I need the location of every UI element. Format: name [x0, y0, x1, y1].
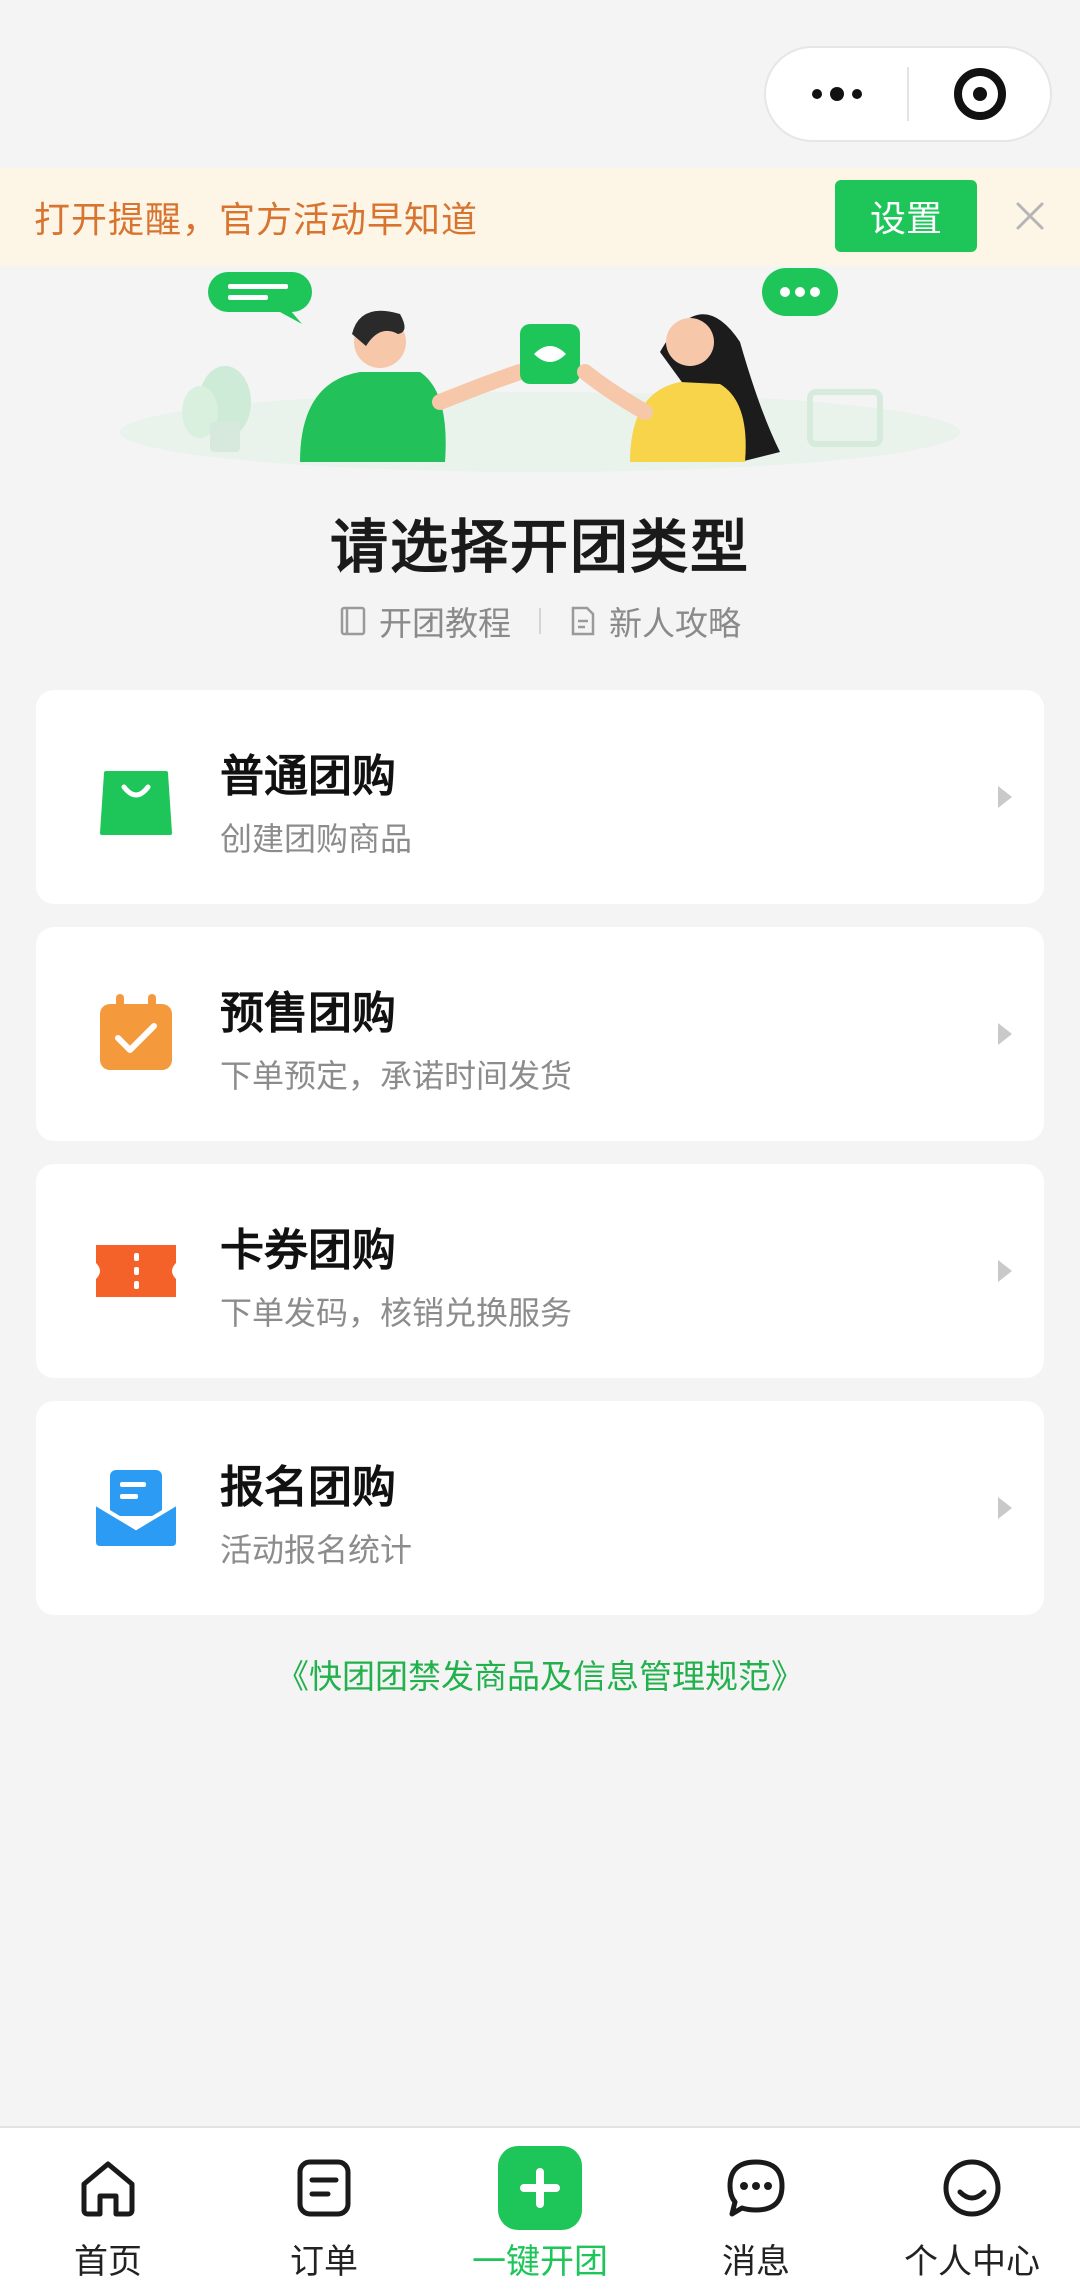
chevron-right-icon — [998, 1023, 1012, 1045]
profile-icon — [943, 2159, 1001, 2217]
card-subtitle: 下单预定，承诺时间发货 — [220, 1057, 573, 1095]
rules-link[interactable]: 《快团团禁发商品及信息管理规范》 — [0, 1650, 1080, 1698]
card-presale-group-buy[interactable]: 预售团购 下单预定，承诺时间发货 — [36, 927, 1044, 1141]
tab-profile[interactable]: 个人中心 — [864, 2128, 1080, 2296]
ticket-icon — [96, 1245, 176, 1297]
tab-messages[interactable]: 消息 — [648, 2128, 864, 2296]
tab-label: 一键开团 — [472, 2242, 608, 2282]
page-title: 请选择开团类型 — [329, 513, 750, 581]
speech-bubble-right-icon — [762, 268, 838, 316]
newbie-guide-link-label: 新人攻略 — [609, 604, 741, 643]
tab-label: 消息 — [722, 2242, 790, 2282]
tab-label: 订单 — [290, 2242, 358, 2282]
card-title: 普通团购 — [220, 751, 396, 802]
links-divider — [539, 608, 541, 634]
help-links: 开团教程 新人攻略 — [0, 596, 1080, 646]
card-subtitle: 下单发码，核销兑换服务 — [220, 1294, 573, 1332]
tab-home[interactable]: 首页 — [0, 2128, 216, 2296]
calendar-check-icon — [100, 994, 172, 1070]
chevron-right-icon — [998, 1497, 1012, 1519]
order-icon — [297, 2159, 351, 2217]
card-title: 卡券团购 — [220, 1225, 396, 1276]
app-logo-icon — [520, 324, 580, 384]
more-button[interactable] — [766, 48, 907, 140]
more-dots-icon — [811, 87, 862, 101]
card-normal-group-buy[interactable]: 普通团购 创建团购商品 — [36, 690, 1044, 904]
hero-illustration — [120, 268, 960, 472]
message-icon — [727, 2159, 785, 2217]
bottom-tab-bar: 首页 订单 一键开团 消息 个人中心 — [0, 2126, 1080, 2296]
newbie-guide-link[interactable]: 新人攻略 — [569, 597, 741, 645]
tutorial-link-label: 开团教程 — [379, 604, 511, 643]
card-subtitle: 创建团购商品 — [220, 820, 413, 858]
close-banner-button[interactable] — [1010, 196, 1050, 236]
target-circle-icon — [953, 68, 1006, 120]
book-icon — [340, 606, 366, 636]
card-signup-group-buy[interactable]: 报名团购 活动报名统计 — [36, 1401, 1044, 1615]
mail-tray-icon — [94, 1470, 178, 1546]
plus-icon — [498, 2146, 582, 2230]
banner-text: 打开提醒，官方活动早知道 — [34, 200, 479, 241]
card-title: 报名团购 — [220, 1462, 396, 1513]
speech-bubble-left-icon — [208, 272, 312, 324]
card-coupon-group-buy[interactable]: 卡券团购 下单发码，核销兑换服务 — [36, 1164, 1044, 1378]
tab-label: 个人中心 — [904, 2242, 1040, 2282]
home-icon — [81, 2161, 135, 2217]
card-subtitle: 活动报名统计 — [220, 1531, 413, 1569]
chevron-right-icon — [998, 786, 1012, 808]
close-miniprogram-button[interactable] — [909, 48, 1050, 140]
chevron-right-icon — [998, 1260, 1012, 1282]
tab-orders[interactable]: 订单 — [216, 2128, 432, 2296]
tab-label: 首页 — [74, 2242, 142, 2282]
shopping-bag-icon — [100, 771, 172, 835]
settings-button[interactable]: 设置 — [835, 180, 977, 252]
document-icon — [571, 606, 595, 636]
tutorial-link[interactable]: 开团教程 — [339, 597, 511, 645]
close-icon — [1016, 202, 1044, 230]
reminder-banner: 打开提醒，官方活动早知道 设置 — [0, 168, 1080, 266]
card-title: 预售团购 — [220, 988, 396, 1039]
tab-quick-create[interactable]: 一键开团 — [432, 2128, 648, 2296]
mini-program-capsule — [764, 46, 1052, 142]
